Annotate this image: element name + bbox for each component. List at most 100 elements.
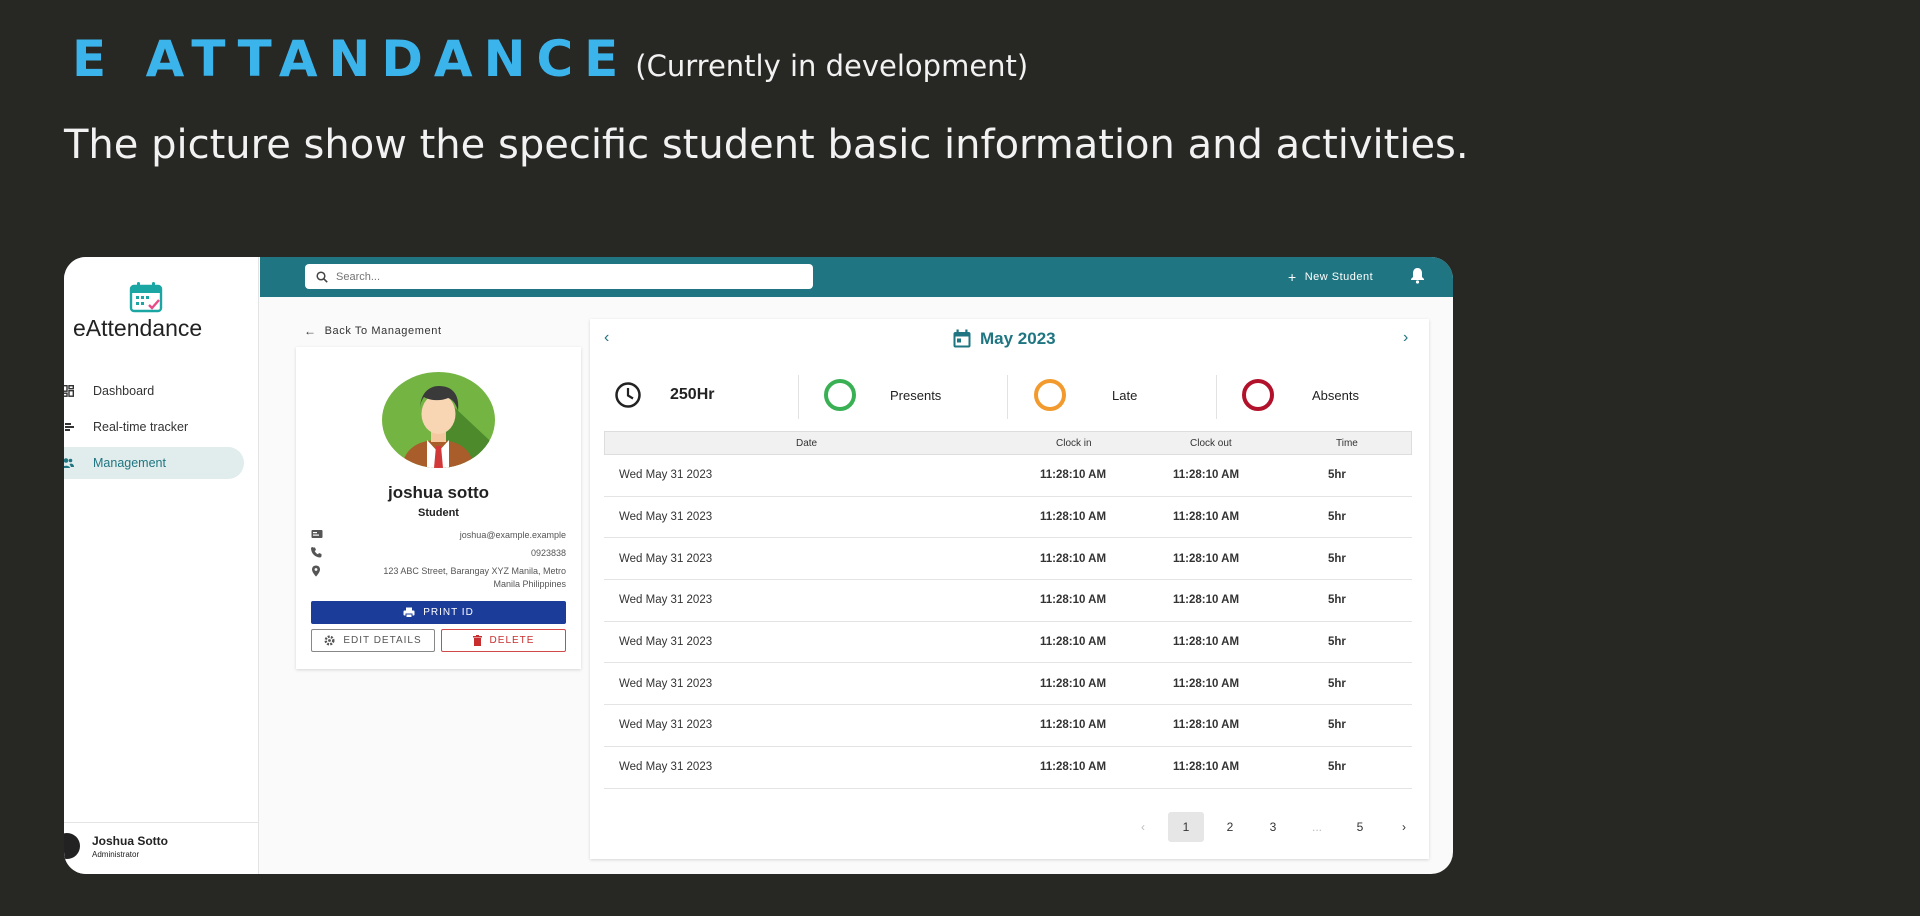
cell-date: Wed May 31 2023 [619,719,713,732]
search-box[interactable] [305,264,813,289]
sidebar-item-label: Dashboard [93,384,155,398]
total-hours: 250Hr [670,386,715,403]
pagination-page-2[interactable]: 2 [1212,812,1248,842]
sidebar-item-management[interactable]: Management [64,447,244,479]
sidebar-item-realtime-tracker[interactable]: Real-time tracker [64,411,244,443]
gear-icon [324,635,335,646]
calendar-check-logo-icon [129,282,163,313]
pagination-ellipsis: ... [1311,820,1322,834]
cell-date: Wed May 31 2023 [619,677,713,690]
cell-date: Wed May 31 2023 [619,511,713,524]
pagination-page-1[interactable]: 1 [1168,812,1204,842]
calendar-icon [952,329,972,349]
table-row[interactable]: Wed May 31 2023 11:28:10 AM 11:28:10 AM 5hr [604,580,1412,622]
column-header-clock-out[interactable]: Clock out [1190,438,1232,449]
presents-stat[interactable]: Presents [822,369,941,421]
table-header: Date Clock in Clock out Time [604,431,1412,455]
table-row[interactable]: Wed May 31 2023 11:28:10 AM 11:28:10 AM 5hr [604,705,1412,747]
cell-clock-out: 11:28:10 AM [1173,636,1240,649]
address-line-2: Manila Philippines [493,579,566,589]
cell-clock-in: 11:28:10 AM [1040,552,1107,565]
pagination-page-3[interactable]: 3 [1255,812,1291,842]
cell-date: Wed May 31 2023 [619,636,713,649]
table-row[interactable]: Wed May 31 2023 11:28:10 AM 11:28:10 AM 5hr [604,622,1412,664]
cell-date: Wed May 31 2023 [619,552,713,565]
presents-label: Presents [890,387,942,403]
column-header-date[interactable]: Date [796,438,817,449]
cell-clock-in: 11:28:10 AM [1040,719,1107,732]
app-title: E ATTANDANCE [72,30,630,88]
sidebar-item-label: Real-time tracker [93,420,189,434]
dev-status-tag: (Currently in development) [635,49,1029,83]
cell-clock-out: 11:28:10 AM [1173,469,1240,482]
pagination-next-button[interactable]: › [1386,812,1422,842]
table-row[interactable]: Wed May 31 2023 11:28:10 AM 11:28:10 AM 5hr [604,663,1412,706]
column-header-clock-in[interactable]: Clock in [1056,438,1092,449]
cell-clock-in: 11:28:10 AM [1040,469,1107,482]
sidebar-item-dashboard[interactable]: Dashboard [64,375,244,407]
phone-icon [311,547,322,558]
sidebar-user-footer[interactable]: Joshua Sotto Administrator [64,822,259,874]
student-role: Student [418,507,459,519]
back-link-label: Back To Management [324,325,442,337]
late-label: Late [1112,387,1138,403]
delete-button[interactable]: DELETE [441,629,566,652]
absents-ring-icon [1242,379,1274,411]
new-student-button[interactable]: + New Student [1288,269,1373,285]
search-input[interactable] [336,270,776,283]
cell-clock-in: 11:28:10 AM [1040,761,1107,774]
pagination-prev-button[interactable]: ‹ [1125,812,1161,842]
bell-icon[interactable] [1410,267,1425,284]
user-name: Joshua Sotto [92,834,169,848]
presents-ring-icon [824,379,856,411]
column-header-time[interactable]: Time [1336,438,1358,449]
pagination-page-5[interactable]: 5 [1342,812,1378,842]
cell-time: 5hr [1328,636,1346,649]
student-name: joshua sotto [387,483,490,502]
cell-time: 5hr [1328,469,1346,482]
cell-clock-in: 11:28:10 AM [1040,511,1107,524]
email-icon [311,530,323,538]
absents-stat[interactable]: Absents [1240,369,1359,421]
print-id-button[interactable]: PRINT ID [311,601,566,624]
cell-clock-in: 11:28:10 AM [1040,636,1107,649]
prev-month-button[interactable]: ‹ [604,329,609,347]
cell-clock-out: 11:28:10 AM [1173,677,1240,690]
cell-time: 5hr [1328,594,1346,607]
stat-divider [798,375,799,419]
stat-divider [1007,375,1008,419]
student-phone: 0923838 [530,548,566,558]
table-row[interactable]: Wed May 31 2023 11:28:10 AM 11:28:10 AM 5hr [604,497,1412,539]
table-row[interactable]: Wed May 31 2023 11:28:10 AM 11:28:10 AM 5hr [604,747,1412,789]
address-row: 123 ABC Street, Barangay XYZ Manila, Met… [311,565,566,591]
cell-clock-in: 11:28:10 AM [1040,677,1107,690]
edit-details-label: EDIT DETAILS [343,635,422,646]
late-stat[interactable]: Late [1032,369,1137,421]
table-row[interactable]: Wed May 31 2023 11:28:10 AM 11:28:10 AM 5hr [604,538,1412,581]
printer-icon [403,607,415,618]
table-row[interactable]: Wed May 31 2023 11:28:10 AM 11:28:10 AM 5hr [604,455,1412,497]
print-id-label: PRINT ID [423,607,474,618]
brand-name: eAttendance [73,315,203,341]
sidebar-item-label: Management [93,456,166,470]
next-month-button[interactable]: › [1403,329,1408,347]
user-role: Administrator [92,850,140,859]
hero-description: The picture show the specific student ba… [64,122,1469,168]
edit-details-button[interactable]: EDIT DETAILS [311,629,435,652]
student-avatar [382,372,495,468]
trash-icon [472,635,482,646]
cell-clock-out: 11:28:10 AM [1173,719,1240,732]
cell-time: 5hr [1328,677,1346,690]
arrow-left-icon: ← [304,324,317,338]
cell-time: 5hr [1328,761,1346,774]
student-profile-card: joshua sotto Student joshua@example.exam… [296,347,581,669]
dashboard-icon [64,385,74,397]
student-email: joshua@example.example [459,530,566,540]
cell-clock-out: 11:28:10 AM [1173,552,1240,565]
cell-date: Wed May 31 2023 [619,761,713,774]
month-selector[interactable]: May 2023 [952,329,1056,349]
attendance-card: ‹ May 2023 › 250Hr Presents Late Absents… [590,319,1429,859]
back-to-management-link[interactable]: ← Back To Management [304,324,442,338]
new-student-label: New Student [1304,271,1374,283]
user-avatar [64,833,80,859]
